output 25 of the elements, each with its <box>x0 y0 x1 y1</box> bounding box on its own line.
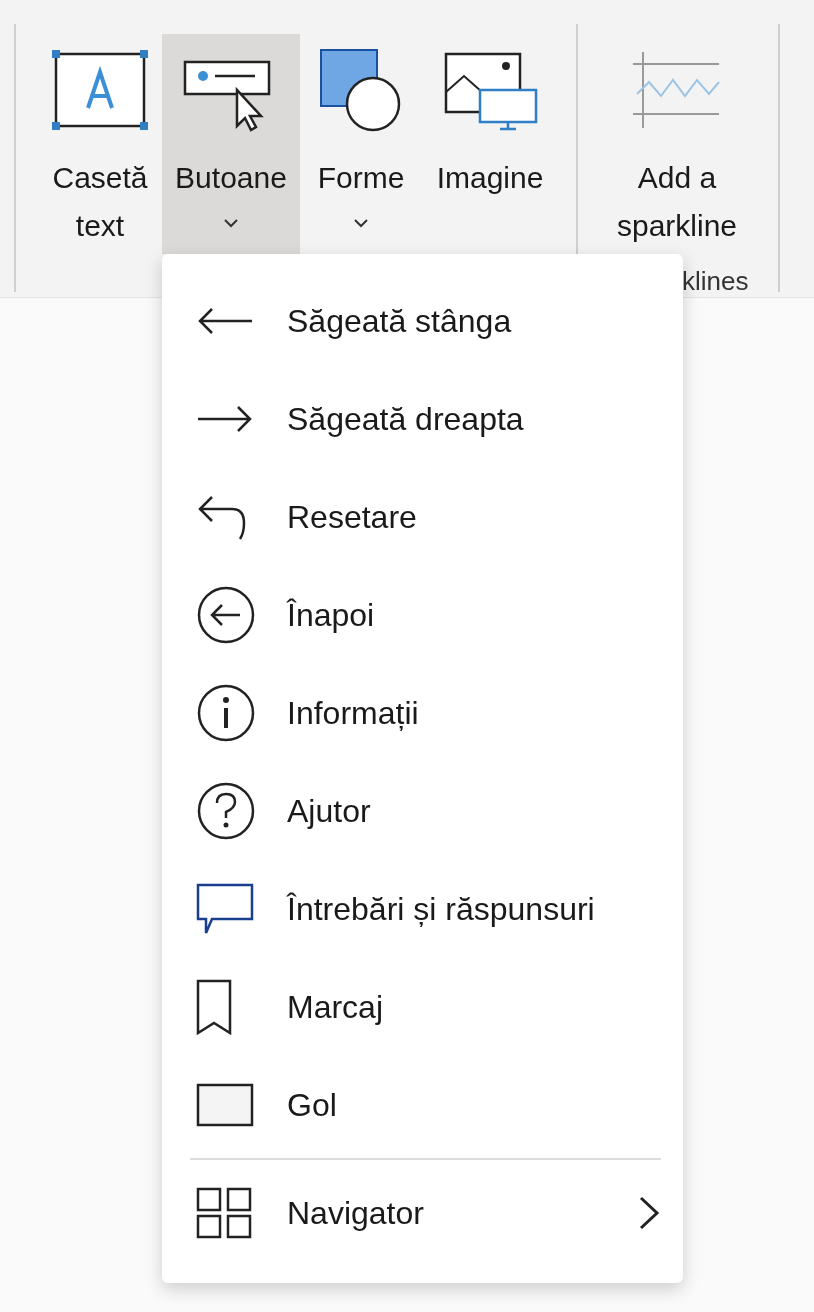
menu-item[interactable]: Resetare <box>190 468 661 566</box>
menu-item[interactable]: Săgeată dreapta <box>190 370 661 468</box>
menu-item[interactable]: Navigator <box>190 1164 661 1262</box>
info-icon <box>196 684 256 742</box>
menu-item[interactable]: Întrebări și răspunsuri <box>190 860 661 958</box>
ribbon-button[interactable]: Imagine <box>422 34 558 254</box>
right-arrow-icon <box>196 404 254 434</box>
menu-item[interactable]: Ajutor <box>190 762 661 860</box>
ribbon-button[interactable]: Forme <box>300 34 422 254</box>
back-circle-icon <box>196 586 256 644</box>
rectangle-icon <box>196 1083 254 1127</box>
group-label: klines <box>682 266 749 297</box>
ribbon-button[interactable]: Butoane <box>162 34 300 254</box>
menu-item[interactable]: Gol <box>190 1056 661 1154</box>
bookmark-icon <box>196 979 232 1035</box>
ribbon-button[interactable]: Casetă text <box>38 34 162 254</box>
ribbon-button[interactable]: Add a sparkline <box>596 34 758 254</box>
menu-item[interactable]: Marcaj <box>190 958 661 1056</box>
help-icon <box>196 782 256 840</box>
left-arrow-icon <box>196 306 254 336</box>
menu-item[interactable]: Săgeată stânga <box>190 272 661 370</box>
speech-bubble-icon <box>196 883 254 935</box>
menu-item[interactable]: Informații <box>190 664 661 762</box>
menu-item[interactable]: Înapoi <box>190 566 661 664</box>
grid-icon <box>196 1187 252 1239</box>
